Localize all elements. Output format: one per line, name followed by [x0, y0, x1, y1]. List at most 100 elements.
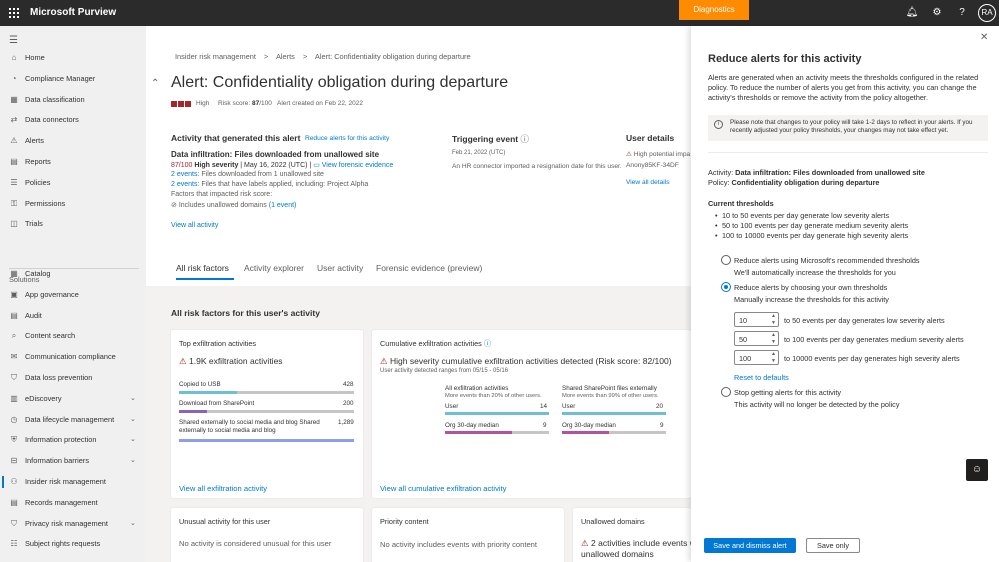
low-threshold-stepper[interactable]: 10 ▲ ▼ [734, 312, 779, 327]
reports-icon: ▤ [10, 157, 18, 166]
view-forensic-link[interactable]: View forensic evidence [322, 162, 393, 169]
radio-recommended[interactable] [721, 255, 731, 265]
radio-custom[interactable] [721, 282, 731, 292]
chevron-down-icon: ▼ [771, 358, 776, 364]
nav-audit[interactable]: ▤ Audit [0, 307, 146, 325]
chevron-down-icon[interactable]: ⌄ [130, 431, 136, 449]
nav-item-label: Data classification [25, 94, 85, 104]
hamburger-icon[interactable]: ☰ [9, 35, 18, 46]
exfil-row-value: 200 [343, 400, 354, 407]
chevron-up-icon: ▲ [771, 351, 776, 357]
close-icon[interactable]: ✕ [980, 32, 988, 43]
data-classification-icon: ▦ [10, 94, 18, 104]
chevron-down-icon: ▼ [771, 320, 776, 326]
reset-defaults-link[interactable]: Reset to defaults [734, 373, 789, 382]
alerts-icon: ⚠ [10, 136, 18, 146]
radio-recommended-label[interactable]: Reduce alerts using Microsoft's recommen… [734, 256, 920, 265]
view-all-activity-link[interactable]: View all activity [171, 222, 218, 229]
breadcrumb-current: Alert: Confidentiality obligation during… [314, 52, 471, 61]
nav-information-protection[interactable]: ⛨ Information protection ⌄ [0, 431, 146, 449]
save-and-dismiss-button[interactable]: Save and dismiss alert [704, 538, 796, 553]
breadcrumb: Insider risk management > Alerts > Alert… [175, 52, 477, 61]
app-launcher-icon[interactable] [9, 8, 19, 18]
unusual-activity-card: Unusual activity for this user No activi… [171, 508, 363, 562]
catalog-icon: ▦ [10, 269, 18, 278]
tab-activity-explorer[interactable]: Activity explorer [244, 263, 304, 273]
save-only-button[interactable]: Save only [806, 538, 860, 553]
radio-stop-alerts[interactable] [721, 387, 731, 397]
nav-permissions[interactable]: ⚿ Permissions [0, 195, 146, 213]
col2-org-label: Org 30-day median [562, 422, 616, 429]
threshold-item: 10 to 50 events per day generate low sev… [715, 211, 889, 220]
exfil-row-value: 1,289 [338, 419, 354, 426]
nav-records-management[interactable]: ▤ Records management [0, 494, 146, 512]
nav-privacy-risk-management[interactable]: ⛉ Privacy risk management ⌄ [0, 515, 146, 533]
view-all-details-link[interactable]: View all details [626, 179, 670, 186]
nav-trials[interactable]: ◫ Trials [0, 215, 146, 233]
chevron-down-icon[interactable]: ⌄ [130, 411, 136, 429]
top-exfiltration-card: Top exfiltration activities ⚠ 1.9K exfil… [171, 330, 363, 498]
card-title: Cumulative exfiltration activities ⓘ [380, 339, 492, 348]
nav-data-classification[interactable]: ▦ Data classification [0, 91, 146, 109]
nav-item-label: Privacy risk management [25, 518, 108, 528]
info-icon: ⓘ [520, 134, 530, 144]
nav-communication-compliance[interactable]: ✉ Communication compliance [0, 348, 146, 366]
app-title[interactable]: Microsoft Purview [30, 7, 116, 18]
panel-divider [708, 152, 988, 153]
view-all-cumulative-link[interactable]: View all cumulative exfiltration activit… [380, 484, 506, 493]
nav-ediscovery[interactable]: ▥ eDiscovery ⌄ [0, 390, 146, 408]
chevron-down-icon[interactable]: ⌄ [130, 390, 136, 408]
nav-data-connectors[interactable]: ⇄ Data connectors [0, 111, 146, 129]
alert-created: Alert created on Feb 22, 2022 [277, 100, 364, 107]
gear-icon[interactable]: ⚙ [930, 6, 944, 20]
severity-indicator [171, 101, 191, 107]
nav-app-governance[interactable]: ▣ App governance [0, 286, 146, 304]
chevron-up-icon[interactable]: ⌃ [151, 78, 159, 89]
nav-item-label: Trials [25, 219, 43, 229]
chevron-down-icon[interactable]: ⌄ [130, 515, 136, 533]
card-text: No activity is considered unusual for th… [179, 539, 332, 548]
nav-insider-risk-management[interactable]: ⚇ Insider risk management [0, 473, 146, 491]
nav-policies[interactable]: ☰ Policies [0, 174, 146, 192]
nav-item-label: Alerts [25, 136, 44, 146]
tab-forensic-evidence[interactable]: Forensic evidence (preview) [376, 263, 482, 273]
nav-subject-rights-requests[interactable]: ☷ Subject rights requests [0, 535, 146, 553]
tab-all-risk-factors[interactable]: All risk factors [176, 263, 229, 273]
card-headline: ⚠ High severity cumulative exfiltration … [380, 356, 672, 366]
medium-threshold-stepper[interactable]: 50 ▲ ▼ [734, 331, 779, 346]
reduce-alerts-link[interactable]: Reduce alerts for this activity [305, 135, 389, 142]
warning-icon: ⚠ [179, 356, 187, 366]
radio-stop-label[interactable]: Stop getting alerts for this activity [734, 388, 841, 397]
chevron-down-icon[interactable]: ⌄ [130, 452, 136, 470]
nav-compliance-manager[interactable]: ◔ Compliance Manager [0, 70, 146, 88]
app-governance-icon: ▣ [10, 289, 18, 299]
nav-alerts[interactable]: ⚠ Alerts [0, 132, 146, 150]
information-barriers-icon: ⊟ [10, 456, 18, 466]
breadcrumb-alerts[interactable]: Alerts [276, 52, 295, 61]
nav-information-barriers[interactable]: ⊟ Information barriers ⌄ [0, 452, 146, 470]
low-threshold-label: to 50 events per day generates low sever… [784, 316, 945, 325]
diagnostics-button[interactable]: Diagnostics [679, 0, 749, 20]
bell-icon[interactable]: 🔔︎ [905, 6, 919, 20]
nav-reports[interactable]: ▤ Reports [0, 153, 146, 171]
data-lifecycle-management-icon: ◷ [10, 414, 18, 424]
nav-content-search[interactable]: ⌕ Content search [0, 327, 146, 345]
policies-icon: ☰ [10, 177, 18, 187]
nav-data-loss-prevention[interactable]: ⛉ Data loss prevention [0, 369, 146, 387]
factors-label: Factors that impacted risk score: [171, 191, 273, 198]
panel-policy: Policy: Confidentiality obligation durin… [708, 178, 880, 187]
nav-catalog[interactable]: ▦ Catalog [0, 265, 146, 283]
breadcrumb-insider-risk[interactable]: Insider risk management [175, 52, 256, 61]
nav-data-lifecycle-management[interactable]: ◷ Data lifecycle management ⌄ [0, 411, 146, 429]
view-all-exfil-link[interactable]: View all exfiltration activity [179, 484, 267, 493]
high-threshold-stepper[interactable]: 100 ▲ ▼ [734, 350, 779, 365]
tab-user-activity[interactable]: User activity [317, 263, 363, 273]
nav-home[interactable]: ⌂ Home [0, 49, 146, 67]
chat-help-icon[interactable]: ☺ [966, 459, 988, 481]
help-icon[interactable]: ? [955, 6, 969, 20]
radio-custom-label[interactable]: Reduce alerts by choosing your own thres… [734, 283, 887, 292]
col2-title: Shared SharePoint files externally [562, 385, 657, 392]
severity-label: High [196, 100, 210, 107]
warning-icon: ⚠ [380, 356, 388, 366]
avatar[interactable]: RA [978, 4, 996, 22]
